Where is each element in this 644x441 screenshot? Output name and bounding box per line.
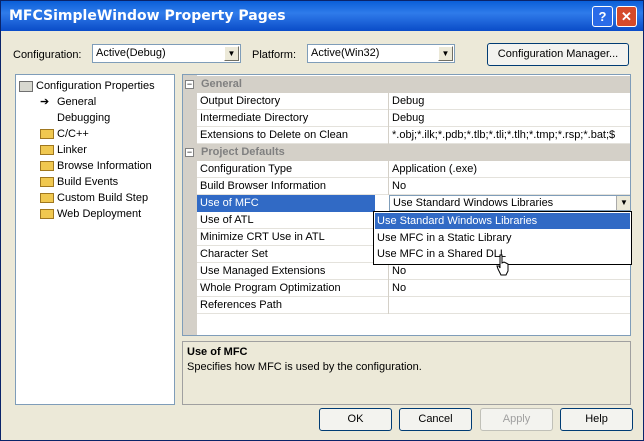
properties-icon (19, 80, 33, 92)
property-row[interactable]: Use Managed Extensions No (197, 263, 630, 280)
configuration-select[interactable]: Active(Debug) ▼ (92, 44, 241, 63)
arrow-right-icon: ➔ (40, 96, 50, 108)
property-row[interactable]: References Path (197, 297, 630, 314)
hand-cursor-icon (496, 254, 509, 276)
tree-item-debugging[interactable]: Debugging (57, 110, 110, 126)
tree-item-web-deployment[interactable]: Web Deployment (40, 206, 141, 222)
use-of-mfc-select[interactable]: Use Standard Windows Libraries ▼ (389, 195, 630, 211)
property-pages-window: MFCSimpleWindow Property Pages ? ✕ Confi… (0, 0, 644, 441)
tree-item-custom-build-step[interactable]: Custom Build Step (40, 190, 148, 206)
help-button[interactable]: Help (560, 408, 633, 431)
property-grid: − General Output Directory Debug Interme… (182, 74, 631, 336)
property-row[interactable]: Intermediate Directory Debug (197, 110, 630, 127)
tree-item-browse-information[interactable]: Browse Information (40, 158, 152, 174)
folder-icon (40, 161, 54, 172)
property-row-use-of-mfc[interactable]: Use of MFC Use Standard Windows Librarie… (197, 195, 630, 212)
description-panel: Use of MFC Specifies how MFC is used by … (182, 341, 631, 405)
folder-icon (40, 193, 54, 204)
category-general[interactable]: − General (183, 76, 630, 93)
apply-button[interactable]: Apply (480, 408, 553, 431)
window-title: MFCSimpleWindow Property Pages (9, 8, 286, 24)
platform-value: Active(Win32) (311, 47, 380, 59)
dropdown-option[interactable]: Use MFC in a Static Library (375, 230, 630, 246)
configuration-value: Active(Debug) (96, 47, 166, 59)
tree-item-general[interactable]: ➔ General (40, 94, 96, 110)
description-text: Specifies how MFC is used by the configu… (187, 361, 422, 373)
tree-item-configuration-properties[interactable]: Configuration Properties (19, 78, 155, 94)
configuration-label: Configuration: (13, 49, 82, 61)
category-project-defaults[interactable]: − Project Defaults (183, 144, 630, 161)
property-row[interactable]: Build Browser Information No (197, 178, 630, 195)
property-row[interactable]: Extensions to Delete on Clean *.obj;*.il… (197, 127, 630, 144)
chevron-down-icon[interactable]: ▼ (616, 196, 630, 210)
tree-item-build-events[interactable]: Build Events (40, 174, 118, 190)
property-row[interactable]: Configuration Type Application (.exe) (197, 161, 630, 178)
close-button[interactable]: ✕ (616, 6, 637, 27)
description-title: Use of MFC (187, 346, 248, 358)
platform-label: Platform: (252, 49, 297, 61)
configuration-manager-button[interactable]: Configuration Manager... (487, 43, 629, 66)
help-title-button[interactable]: ? (592, 6, 613, 27)
title-bar[interactable]: MFCSimpleWindow Property Pages ? ✕ (1, 1, 643, 31)
folder-icon (40, 209, 54, 220)
chevron-down-icon[interactable]: ▼ (438, 46, 453, 61)
ok-button[interactable]: OK (319, 408, 392, 431)
tree-item-linker[interactable]: Linker (40, 142, 87, 158)
collapse-icon[interactable]: − (185, 80, 194, 89)
property-row[interactable]: Whole Program Optimization No (197, 280, 630, 297)
folder-icon (40, 129, 54, 140)
folder-icon (40, 145, 54, 156)
property-tree: Configuration Properties ➔ General Debugg… (15, 74, 175, 405)
property-row[interactable]: Output Directory Debug (197, 93, 630, 110)
cancel-button[interactable]: Cancel (399, 408, 472, 431)
platform-select[interactable]: Active(Win32) ▼ (307, 44, 455, 63)
dropdown-option[interactable]: Use Standard Windows Libraries (375, 213, 630, 229)
collapse-icon[interactable]: − (185, 148, 194, 157)
folder-icon (40, 177, 54, 188)
tree-item-cpp[interactable]: C/C++ (40, 126, 89, 142)
chevron-down-icon[interactable]: ▼ (224, 46, 239, 61)
grid-gutter (183, 75, 197, 335)
